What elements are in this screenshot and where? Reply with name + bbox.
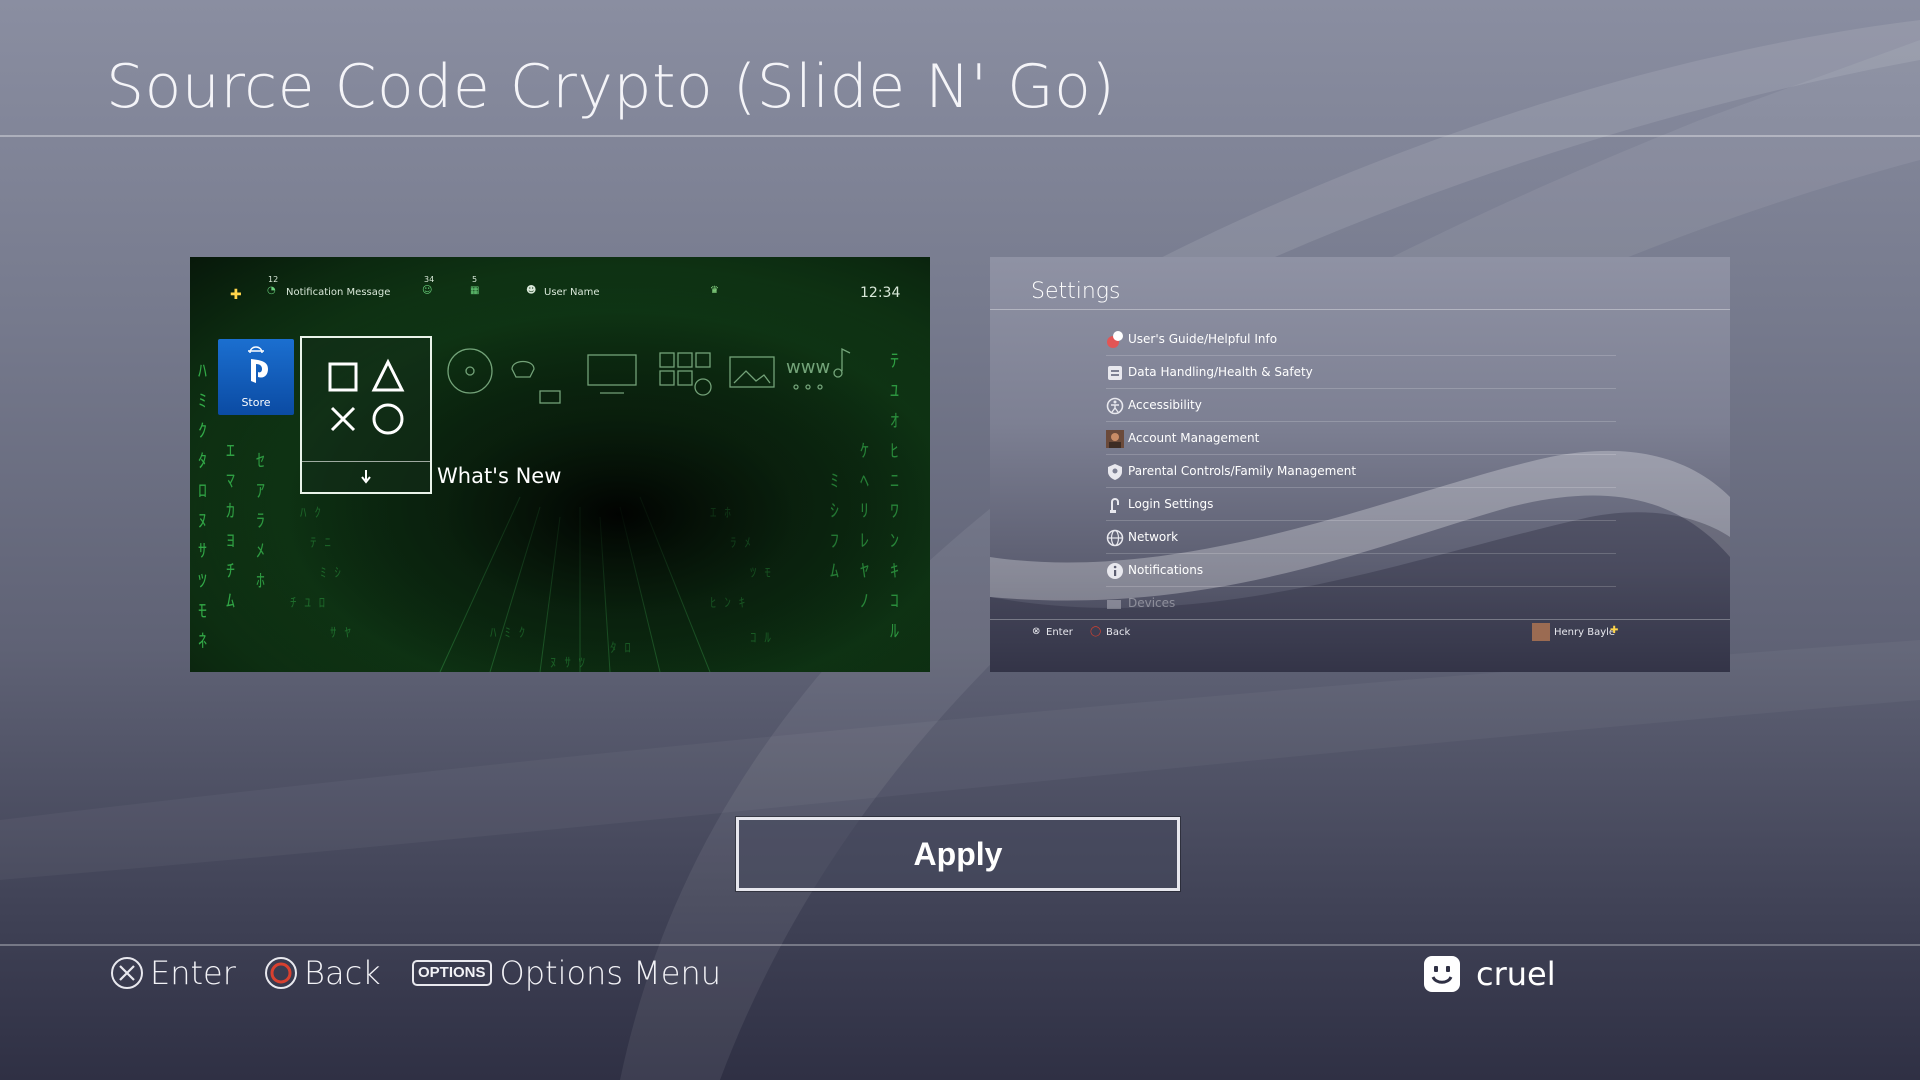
settings-item-account-management: Account Management xyxy=(1106,422,1616,455)
options-hint[interactable]: OPTIONS Options Menu xyxy=(412,952,721,994)
bottom-divider xyxy=(0,944,1920,946)
settings-footer: ⊗ Enter ◯ Back Henry Bayle ✚ xyxy=(990,623,1730,653)
ps-plus-icon: ✚ xyxy=(1610,625,1619,636)
ps-plus-icon: ✚ xyxy=(230,287,242,303)
settings-item-parental-controls: Parental Controls/Family Management xyxy=(1106,455,1616,488)
user-name: cruel xyxy=(1476,955,1556,993)
settings-item-label: User's Guide/Helpful Info xyxy=(1128,332,1278,346)
accessibility-icon xyxy=(1106,397,1124,415)
settings-divider xyxy=(990,309,1730,310)
settings-item-login-settings: Login Settings xyxy=(1106,488,1616,521)
settings-footer-divider xyxy=(990,619,1730,620)
messages-icon: ▦ xyxy=(470,285,480,296)
messages-count: 5 xyxy=(472,275,478,284)
info-icon xyxy=(1107,563,1123,579)
playstation-store-icon xyxy=(248,346,268,383)
page-title: Source Code Crypto (Slide N' Go) xyxy=(106,52,1116,122)
parental-icon xyxy=(1108,464,1122,480)
notification-count: 12 xyxy=(268,275,279,284)
theme-preview-home: ﾊﾐｸﾀﾛﾇｻﾂﾓﾈ ｴﾏｶﾖﾁﾑ ｾｱﾗﾒﾎ ﾃﾕｵﾋﾆﾜﾝｷｺﾙ ｹﾍﾘﾚﾔ… xyxy=(190,257,930,672)
clock: 12:34 xyxy=(860,285,901,301)
trophy-icon: ♛ xyxy=(710,285,719,296)
user-name-label: User Name xyxy=(544,287,600,298)
whats-new-label: What's New xyxy=(437,464,562,488)
settings-footer-back: Back xyxy=(1106,627,1131,638)
options-label: Options Menu xyxy=(499,954,722,992)
account-avatar-icon xyxy=(1106,430,1124,448)
friends-count: 34 xyxy=(424,275,435,284)
settings-item-data-handling: Data Handling/Health & Safety xyxy=(1106,356,1616,389)
globe-icon xyxy=(1106,529,1124,547)
settings-item-network: Network xyxy=(1106,521,1616,554)
user-avatar-icon xyxy=(1424,956,1460,992)
theme-preview-settings: Settings User's Guide/Helpful Info Data … xyxy=(990,257,1730,672)
settings-item-label: Data Handling/Health & Safety xyxy=(1128,365,1313,379)
home-row-icons: www xyxy=(447,347,851,404)
user-indicator: cruel xyxy=(1424,952,1556,996)
user-icon: ☻ xyxy=(526,285,537,296)
notification-message: Notification Message xyxy=(286,287,391,298)
settings-footer-user: Henry Bayle xyxy=(1554,627,1616,638)
settings-item-notifications: Notifications xyxy=(1106,554,1616,587)
friends-icon: ☺ xyxy=(422,285,433,296)
svg-text:www: www xyxy=(786,357,830,378)
enter-hint[interactable]: Enter xyxy=(110,952,236,994)
title-divider xyxy=(0,135,1920,137)
settings-item-devices: Devices xyxy=(1106,587,1616,619)
settings-item-label: Accessibility xyxy=(1128,398,1202,412)
devices-icon xyxy=(1107,600,1121,609)
login-icon xyxy=(1110,498,1119,513)
settings-list: User's Guide/Helpful Info Data Handling/… xyxy=(1106,323,1616,619)
store-tile: Store xyxy=(218,339,294,415)
store-label: Store xyxy=(241,396,271,409)
library-tile xyxy=(300,336,432,494)
help-icon xyxy=(1107,331,1123,348)
home-topbar: ✚ 12 ◔ Notification Message 34 ☺ 5 ▦ ☻ U… xyxy=(190,275,930,305)
cross-button-icon xyxy=(111,957,143,989)
options-button-icon: OPTIONS xyxy=(412,960,492,986)
settings-item-label: Account Management xyxy=(1128,431,1260,445)
notification-icon: ◔ xyxy=(267,285,276,296)
back-label: Back xyxy=(304,954,381,992)
apply-button[interactable]: Apply xyxy=(735,816,1181,892)
download-arrow-icon xyxy=(361,470,371,484)
circle-button-icon: ◯ xyxy=(1090,626,1102,637)
settings-item-users-guide: User's Guide/Helpful Info xyxy=(1106,323,1616,356)
tile-caption-area xyxy=(302,461,430,492)
settings-item-label: Login Settings xyxy=(1128,497,1214,511)
settings-item-label: Network xyxy=(1128,530,1179,544)
data-icon xyxy=(1108,366,1122,380)
ps-shapes-icon xyxy=(328,358,405,435)
cross-button-icon: ⊗ xyxy=(1032,626,1041,637)
settings-title: Settings xyxy=(1031,279,1121,304)
settings-footer-enter: Enter xyxy=(1046,627,1073,638)
settings-item-label: Devices xyxy=(1128,596,1176,610)
circle-button-icon xyxy=(265,957,297,989)
settings-item-label: Parental Controls/Family Management xyxy=(1128,464,1357,478)
avatar xyxy=(1532,623,1550,641)
settings-item-accessibility: Accessibility xyxy=(1106,389,1616,422)
settings-item-label: Notifications xyxy=(1128,563,1204,577)
enter-label: Enter xyxy=(150,954,236,992)
back-hint[interactable]: Back xyxy=(264,952,381,994)
